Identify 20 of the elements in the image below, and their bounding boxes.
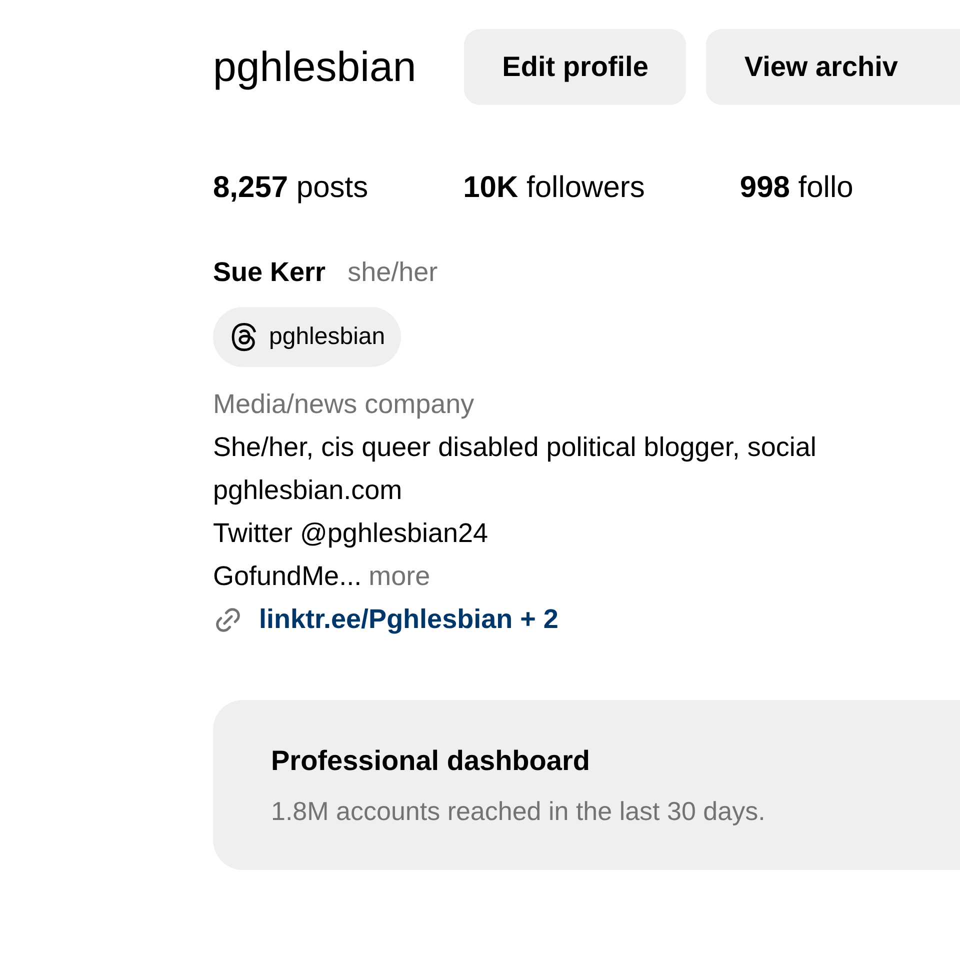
profile-button[interactable]: View archiv [706,29,960,105]
bio-line: Twitter @pghlesbian24 [213,517,488,550]
dashboard-title: Professional dashboard [271,744,590,778]
at-sign-icon [229,322,259,352]
bio-line: GofundMe... [213,560,362,593]
display-name: Sue Kerr [213,256,326,289]
profile-stat[interactable]: 10K followers [463,164,645,210]
profile-stat[interactable]: 8,257 posts [213,164,368,210]
bio-link[interactable]: linktr.ee/Pghlesbian + 2 [259,598,558,641]
dashboard-card[interactable]: Professional dashboard 1.8M accounts reached in the last 30 days. [213,700,960,870]
threads-badge[interactable]: pghlesbian [213,307,402,367]
dashboard-subtitle: 1.8M accounts reached in the last 30 days. [271,794,766,828]
pronouns: she/her [348,256,438,289]
bio-line: She/her, cis queer disabled political blogger, social [213,431,816,464]
category-label: Media/news company [213,388,474,421]
username: pghlesbian [213,46,416,88]
more-link[interactable]: more [368,555,430,598]
profile-button[interactable]: Edit profile [464,29,686,105]
profile-stat[interactable]: 998 follo [740,164,854,210]
bio-line: pghlesbian.com [213,474,402,507]
